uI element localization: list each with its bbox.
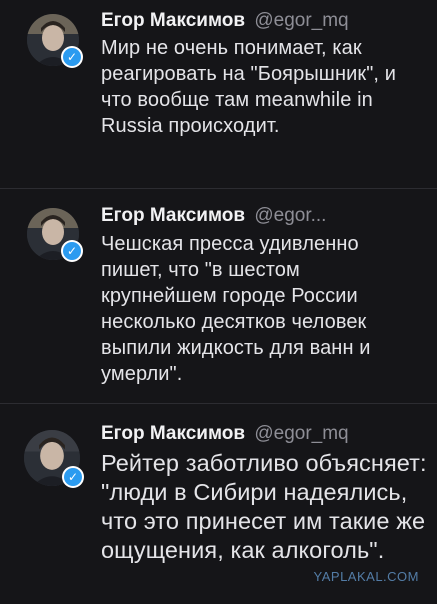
watermark: YAPLAKAL.COM	[313, 569, 419, 584]
tweet-header: Егор Максимов @egor...	[101, 205, 326, 227]
author-handle[interactable]: @egor_mq	[254, 423, 348, 444]
tweet[interactable]: ✓ Егор Максимов @egor_mq Мир не очень по…	[0, 0, 437, 188]
avatar[interactable]: ✓	[27, 208, 83, 262]
verified-badge-icon: ✓	[61, 240, 83, 262]
verified-badge-icon: ✓	[61, 46, 83, 68]
avatar[interactable]: ✓	[24, 430, 84, 488]
tweet-header: Егор Максимов @egor_mq	[101, 423, 349, 445]
author-handle[interactable]: @egor...	[254, 205, 326, 226]
verified-badge-icon: ✓	[62, 466, 84, 488]
tweet[interactable]: ✓ Егор Максимов @egor_mq Рейтер заботлив…	[0, 404, 437, 604]
tweet-feed: ✓ Егор Максимов @egor_mq Мир не очень по…	[0, 0, 437, 604]
author-name[interactable]: Егор Максимов	[101, 10, 245, 31]
author-name[interactable]: Егор Максимов	[101, 423, 245, 444]
tweet-text: Чешская пресса удивленно пишет, что "в ш…	[101, 233, 371, 385]
tweet-text: Мир не очень понимает, как реагировать н…	[101, 37, 396, 137]
tweet[interactable]: ✓ Егор Максимов @egor... Чешская пресса …	[0, 189, 437, 403]
avatar[interactable]: ✓	[27, 14, 83, 68]
author-handle[interactable]: @egor_mq	[254, 10, 348, 31]
author-name[interactable]: Егор Максимов	[101, 205, 245, 226]
tweet-header: Егор Максимов @egor_mq	[101, 10, 349, 32]
tweet-text: Рейтер заботливо объясняет: "люди в Сиби…	[101, 450, 427, 563]
